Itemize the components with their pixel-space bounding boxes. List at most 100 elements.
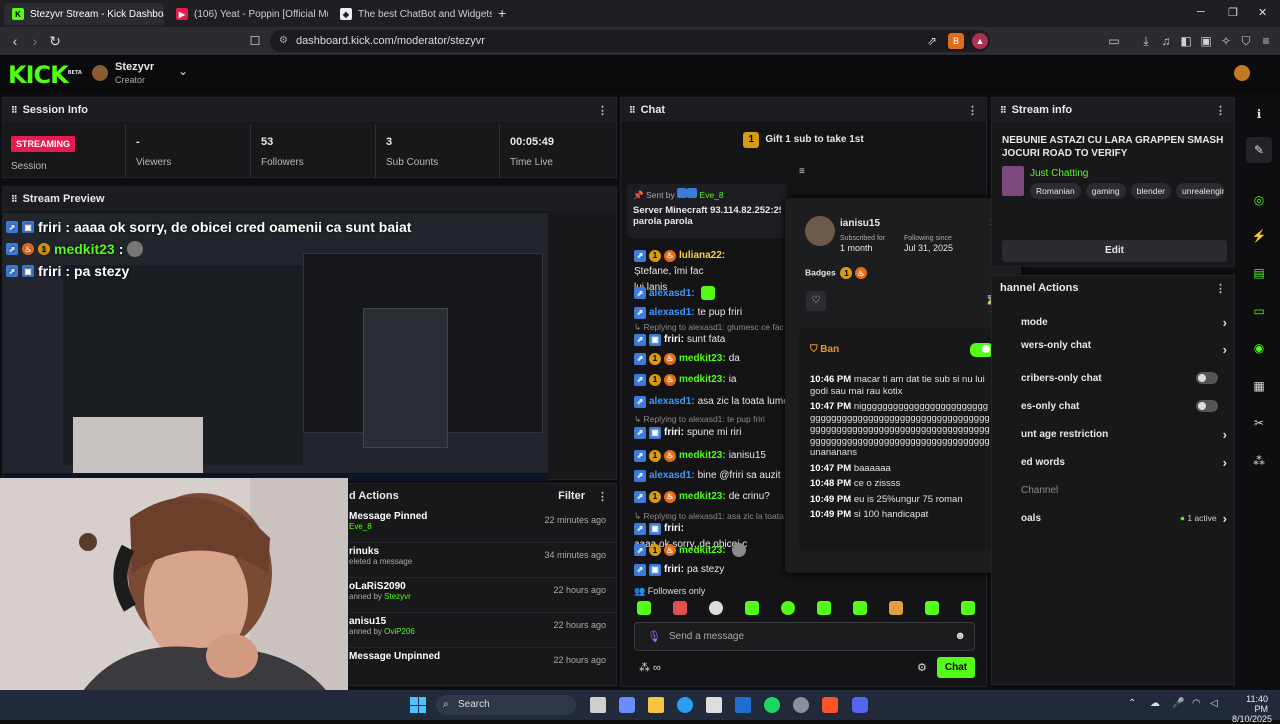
channel-action-account-age[interactable]: unt age restriction › — [1021, 420, 1227, 448]
tab-kick-dashboard[interactable]: K Stezyvr Stream - Kick Dashboard ✕ — [4, 3, 164, 25]
subscribers-only-toggle[interactable] — [1196, 372, 1218, 384]
emoji-icon[interactable]: ☻ — [954, 630, 966, 642]
category-link[interactable]: Just Chatting — [1030, 168, 1088, 179]
chat-message[interactable]: ⇗ 1 ♨ medkit23: de crinu? — [634, 490, 789, 503]
lightning-icon[interactable]: ⚡ — [1246, 223, 1272, 249]
emote-icon[interactable] — [925, 601, 939, 615]
maximize-button[interactable]: ❐ — [1228, 6, 1238, 19]
vpn-icon[interactable]: ⛉ — [1238, 33, 1254, 49]
chat-reply-context[interactable]: ↳ Replying to alexasd1: glumesc ce fac — [634, 322, 789, 333]
wifi-icon[interactable]: ◠ — [1192, 698, 1201, 709]
brave-shield-icon[interactable]: B — [948, 33, 964, 49]
copilot-icon[interactable] — [619, 697, 635, 713]
chat-username[interactable]: alexasd1: — [649, 287, 695, 300]
emote-icon[interactable] — [781, 601, 795, 615]
more-options-icon[interactable]: ⋮ — [597, 104, 608, 117]
chat-username[interactable]: alexasd1: — [649, 395, 695, 408]
leo-icon[interactable]: ✧ — [1218, 33, 1234, 49]
microphone-icon[interactable]: 🎙 — [647, 630, 661, 643]
edit-icon[interactable]: ✎ — [1246, 137, 1272, 163]
reload-icon[interactable]: ↻ — [46, 32, 64, 50]
forward-icon[interactable]: › — [26, 32, 44, 50]
mod-action-row[interactable]: Message Unpinned 22 hours ago — [341, 648, 616, 683]
filter-button[interactable]: Filter — [558, 490, 585, 502]
follow-heart-icon[interactable]: ♡ — [806, 291, 826, 311]
emote-icon[interactable] — [745, 601, 759, 615]
tab-youtube[interactable]: ▶ (106) Yeat - Poppin [Official Musi ✕ — [168, 3, 328, 25]
file-explorer-icon[interactable] — [648, 697, 664, 713]
emotes-only-toggle[interactable] — [1196, 400, 1218, 412]
chat-message[interactable]: ⇗ alexasd1: asa zic la toata lume — [634, 395, 789, 408]
chat-message[interactable]: ⇗ 1 ♨ medkit23: ianisu15 — [634, 449, 789, 462]
discord-icon[interactable] — [852, 697, 868, 713]
chat-username[interactable]: friri: — [664, 522, 684, 535]
steam-icon[interactable] — [793, 697, 809, 713]
chat-message[interactable]: ⇗ alexasd1: bine @friri sa auzit — [634, 469, 789, 482]
channel-action-goals[interactable]: oals ● 1 active › — [1021, 504, 1227, 532]
user-avatar[interactable] — [1234, 65, 1250, 81]
chat-username[interactable]: friri: — [664, 333, 684, 346]
gift-banner[interactable]: 1 Gift 1 sub to take 1st — [621, 132, 986, 148]
broadcast-icon[interactable]: ◉ — [1246, 335, 1272, 361]
site-info-icon[interactable]: ⚙ — [279, 30, 288, 52]
address-bar[interactable]: ⚙ dashboard.kick.com/moderator/stezyvr — [270, 30, 990, 52]
rewards-icon[interactable]: ▲ — [972, 33, 988, 49]
brave-icon[interactable] — [822, 697, 838, 713]
emote-icon[interactable] — [709, 601, 723, 615]
chat-reply-context[interactable]: ↳ Replying to alexasd1: te pup friri — [634, 414, 789, 425]
chat-message[interactable]: ⇗ ▣ friri: sunt fata — [634, 333, 789, 346]
channel-action-followers-only[interactable]: wers-only chat › — [1021, 336, 1227, 364]
tools-icon[interactable]: ✂ — [1246, 410, 1272, 436]
drag-handle-icon[interactable]: ⠿ — [1000, 105, 1007, 116]
info-icon[interactable]: ℹ — [1246, 101, 1272, 127]
menu-icon[interactable]: ≡ — [1258, 33, 1274, 49]
chat-message[interactable]: ⇗ ▣ friri: spune mi riri — [634, 426, 789, 439]
chat-username[interactable]: medkit23: — [679, 490, 726, 503]
send-chat-button[interactable]: Chat — [937, 657, 975, 678]
tag-chip[interactable]: gaming — [1085, 183, 1126, 199]
emote-icon[interactable] — [961, 601, 975, 615]
network-icon[interactable]: ☁ — [1150, 698, 1160, 709]
mod-action-row[interactable]: anisu15 anned by OviP206 22 hours ago — [341, 613, 616, 648]
quick-actions-icon[interactable]: ⁂ ∞ — [639, 661, 661, 674]
close-window-button[interactable]: ✕ — [1258, 6, 1267, 19]
chat-username[interactable]: medkit23: — [679, 544, 726, 557]
mod-action-row[interactable]: rinuks eleted a message 34 minutes ago — [341, 543, 616, 578]
back-icon[interactable]: ‹ — [6, 32, 24, 50]
split-view-icon[interactable]: ◧ — [1178, 33, 1194, 49]
music-icon[interactable]: ♫ — [1158, 33, 1174, 49]
kick-logo[interactable]: KICKBETA — [8, 61, 82, 89]
chat-message[interactable]: ⇗ 1 ♨ medkit23: da — [634, 352, 789, 365]
tag-chip[interactable]: Romanian — [1030, 183, 1081, 199]
emote-icon[interactable] — [817, 601, 831, 615]
new-tab-button[interactable]: + — [498, 5, 506, 21]
spotify-icon[interactable] — [764, 697, 780, 713]
minimize-button[interactable]: ─ — [1197, 6, 1205, 18]
collapse-icon[interactable]: ≡ — [799, 166, 805, 177]
chat-username[interactable]: friri: — [664, 426, 684, 439]
outlook-icon[interactable] — [735, 697, 751, 713]
chat-message[interactable]: ⇗ ▣ friri: pa stezy — [634, 563, 789, 576]
chat-username[interactable]: luliana22: — [679, 249, 725, 262]
chat-username[interactable]: medkit23: — [679, 373, 726, 386]
wallet-icon[interactable]: ▣ — [1198, 33, 1214, 49]
chat-message[interactable]: ⇗ 1 ♨ medkit23: — [634, 543, 789, 557]
more-options-icon[interactable]: ⋮ — [597, 490, 608, 503]
more-options-icon[interactable]: ⋮ — [1215, 282, 1226, 295]
channel-action-subscribers-only[interactable]: cribers-only chat — [1021, 364, 1227, 392]
chat-username[interactable]: alexasd1: — [649, 469, 695, 482]
pinned-message[interactable]: 📌 Sent by Eve_8 Server Minecraft 93.114.… — [627, 184, 787, 238]
edit-stream-button[interactable]: Edit — [1002, 240, 1227, 262]
chat-message[interactable]: ⇗ alexasd1: — [634, 286, 789, 300]
channel-switch-chevron-icon[interactable]: ⌄ — [178, 64, 188, 78]
layout-icon[interactable]: ▦ — [1246, 373, 1272, 399]
emote-icon[interactable] — [853, 601, 867, 615]
bookmark-icon[interactable]: ☐ — [246, 32, 264, 50]
drag-handle-icon[interactable]: ⠿ — [11, 194, 18, 205]
start-icon[interactable] — [410, 697, 426, 713]
chat-username[interactable]: medkit23: — [679, 449, 726, 462]
channel-action-emotes-only[interactable]: es-only chat — [1021, 392, 1227, 420]
mic-tray-icon[interactable]: 🎤 — [1172, 698, 1184, 709]
download-icon[interactable]: ⤓ — [1138, 33, 1154, 49]
channel-action-mode[interactable]: mode › — [1021, 308, 1227, 336]
